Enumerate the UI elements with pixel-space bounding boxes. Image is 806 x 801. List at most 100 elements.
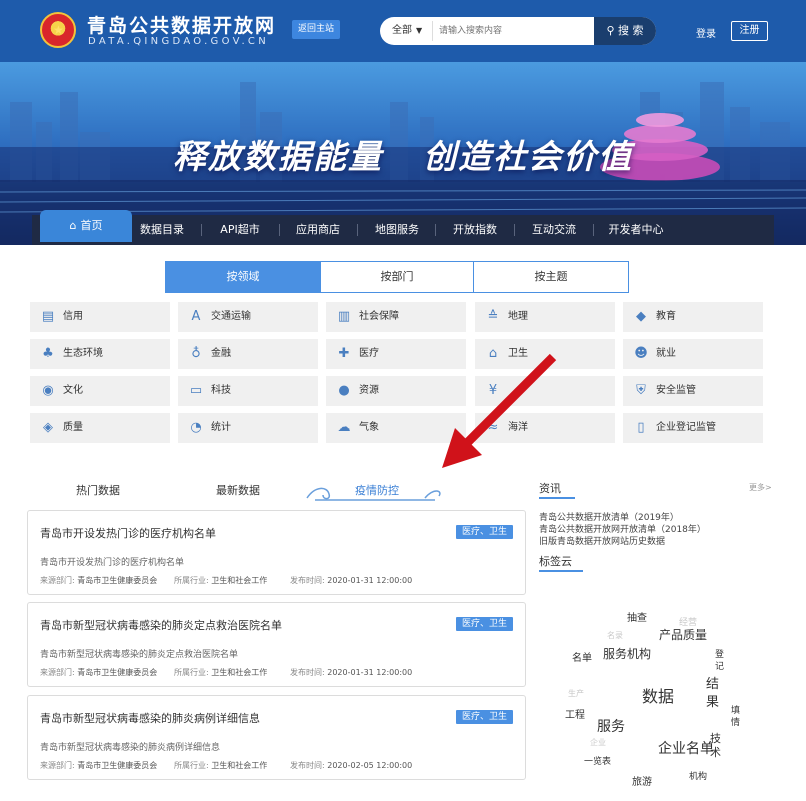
back-to-main-site-button[interactable]: 返回主站 (292, 20, 341, 39)
dataset-description: 青岛市开设发热门诊的医疗机构名单 (40, 558, 185, 568)
dataset-title[interactable]: 青岛市新型冠状病毒感染的肺炎病例详细信息 (40, 710, 260, 726)
graduation-cap-icon: ◆ (636, 309, 646, 324)
domain-label: 文化 (63, 385, 83, 396)
tag-item[interactable]: 数据 (642, 683, 674, 707)
domain-item-resources[interactable]: ● 资源 (326, 376, 466, 406)
main-nav: 数据目录 API超市 应用商店 地图服务 开放指数 互动交流 开发者中心 (32, 215, 774, 245)
nav-item-api-market[interactable]: API超市 (210, 215, 270, 245)
domain-item-employment[interactable]: ☻ 就业 (623, 339, 763, 369)
tag-item[interactable]: 工程 (565, 706, 585, 721)
site-domain: DATA.QINGDAO.GOV.CN (88, 36, 269, 47)
tag-item[interactable]: 生产 (568, 688, 584, 699)
wave-decoration-icon (306, 487, 441, 501)
domain-item-culture[interactable]: ◉ 文化 (30, 376, 170, 406)
tag-item[interactable]: 服务机构 (603, 645, 651, 662)
domain-item-weather[interactable]: ☁ 气象 (326, 413, 466, 443)
tab-by-theme[interactable]: 按主题 (474, 262, 628, 292)
dataset-card[interactable]: 青岛市开设发热门诊的医疗机构名单 医疗、卫生 青岛市开设发热门诊的医疗机构名单 … (27, 510, 526, 595)
tag-item[interactable]: 旅游 (632, 773, 652, 788)
dataset-card[interactable]: 青岛市新型冠状病毒感染的肺炎定点救治医院名单 医疗、卫生 青岛市新型冠状病毒感染… (27, 602, 526, 687)
domain-item-ecology[interactable]: ♣ 生态环境 (30, 339, 170, 369)
domain-item-safety[interactable]: ⛨ 安全监管 (623, 376, 763, 406)
credit-card-icon: ▤ (41, 309, 55, 324)
meta-value: 卫生和社会工作 (211, 761, 268, 770)
domain-item-quality[interactable]: ◈ 质量 (30, 413, 170, 443)
document-icon: ▯ (637, 420, 645, 435)
drop-icon: ● (338, 383, 350, 398)
domain-item-finance[interactable]: ♁ 金融 (178, 339, 318, 369)
meta-label: 所属行业: (174, 576, 209, 585)
tag-item[interactable]: 机构 (689, 769, 707, 782)
login-link[interactable]: 登录 (696, 25, 716, 40)
nav-item-map-service[interactable]: 地图服务 (366, 215, 428, 245)
tab-by-department[interactable]: 按部门 (320, 262, 474, 292)
domain-item-technology[interactable]: ▭ 科技 (178, 376, 318, 406)
nav-home-label: 首页 (80, 219, 103, 232)
search-input[interactable] (432, 21, 592, 41)
domain-item-health[interactable]: ⌂ 卫生 (475, 339, 615, 369)
nav-item-developer-center[interactable]: 开发者中心 (600, 215, 672, 245)
meta-label: 来源部门: (40, 576, 75, 585)
news-heading: 资讯 (539, 482, 561, 495)
plant-icon: ♣ (42, 346, 54, 361)
dataset-card[interactable]: 青岛市新型冠状病毒感染的肺炎病例详细信息 医疗、卫生 青岛市新型冠状病毒感染的肺… (27, 695, 526, 780)
news-more-link[interactable]: 更多> (749, 482, 772, 493)
tag-item[interactable]: 果 (706, 691, 719, 710)
domain-item-agriculture[interactable]: ¥ (475, 376, 615, 406)
dataset-description: 青岛市新型冠状病毒感染的肺炎定点救治医院名单 (40, 650, 239, 660)
tag-item[interactable]: 服务 (597, 716, 625, 736)
tag-item[interactable]: 名录 (607, 630, 623, 641)
tab-latest-data[interactable]: 最新数据 (216, 482, 260, 498)
search-button[interactable]: ⚲ 搜 索 (594, 17, 656, 45)
tab-hot-data[interactable]: 热门数据 (76, 482, 120, 498)
domain-item-credit[interactable]: ▤ 信用 (30, 302, 170, 332)
nav-item-interaction[interactable]: 互动交流 (523, 215, 585, 245)
domain-item-social-security[interactable]: ▥ 社会保障 (326, 302, 466, 332)
tag-item[interactable]: 一览表 (584, 754, 611, 767)
tag-item[interactable]: 抽查 (627, 609, 647, 624)
tag-item[interactable]: 记 (715, 659, 724, 672)
top-header-bar: ★ 青岛公共数据开放网 DATA.QINGDAO.GOV.CN 返回主站 全部 ▼… (0, 0, 806, 62)
domain-item-ocean[interactable]: ≈ 海洋 (475, 413, 615, 443)
source-dept: 来源部门: 青岛市卫生健康委员会 (40, 575, 157, 586)
domain-item-geography[interactable]: ≙ 地理 (475, 302, 615, 332)
domain-label: 地理 (508, 311, 528, 322)
meta-value: 卫生和社会工作 (211, 668, 268, 677)
meta-label: 来源部门: (40, 668, 75, 677)
register-button[interactable]: 注册 (731, 21, 768, 41)
tag-item[interactable]: 产品质量 (659, 626, 707, 643)
nav-divider (357, 224, 358, 236)
tag-item[interactable]: 企业名单 (658, 738, 714, 758)
publish-time: 发布时间: 2020-01-31 12:00:00 (290, 667, 412, 678)
domain-label: 统计 (211, 422, 231, 433)
tag-item[interactable]: 企业 (590, 737, 606, 748)
domain-item-education[interactable]: ◆ 教育 (623, 302, 763, 332)
nav-item-home[interactable]: ⌂ 首页 (40, 210, 132, 242)
road-icon: A (191, 309, 201, 324)
nav-item-app-store[interactable]: 应用商店 (288, 215, 348, 245)
building-icon: ▥ (337, 309, 351, 324)
search-scope-value: 全部 (392, 25, 412, 36)
tab-by-domain[interactable]: 按领域 (166, 262, 320, 292)
meta-value: 青岛市卫生健康委员会 (77, 668, 158, 677)
domain-label: 海洋 (508, 422, 528, 433)
news-item[interactable]: 旧版青岛数据开放网站历史数据 (539, 534, 665, 547)
heading-underline (539, 497, 575, 499)
site-title[interactable]: 青岛公共数据开放网 (87, 11, 276, 38)
domain-item-enterprise-registration[interactable]: ▯ 企业登记监管 (623, 413, 763, 443)
domain-item-statistics[interactable]: ◔ 统计 (178, 413, 318, 443)
tag-item[interactable]: 名单 (572, 649, 592, 664)
dataset-title[interactable]: 青岛市开设发热门诊的医疗机构名单 (40, 525, 216, 541)
badge-icon: ◈ (43, 420, 53, 435)
nav-divider (279, 224, 280, 236)
tag-cloud-heading: 标签云 (539, 555, 572, 568)
domain-item-transport[interactable]: A 交通运输 (178, 302, 318, 332)
tag-item[interactable]: 结 (706, 673, 719, 692)
meta-label: 发布时间: (290, 576, 325, 585)
domain-item-medical[interactable]: ✚ 医疗 (326, 339, 466, 369)
dataset-title[interactable]: 青岛市新型冠状病毒感染的肺炎定点救治医院名单 (40, 617, 282, 633)
nav-item-open-index[interactable]: 开放指数 (444, 215, 506, 245)
search-scope-select[interactable]: 全部 ▼ (392, 17, 422, 45)
nav-item-data-catalog[interactable]: 数据目录 (132, 215, 192, 245)
tag-item[interactable]: 情 (731, 715, 740, 728)
